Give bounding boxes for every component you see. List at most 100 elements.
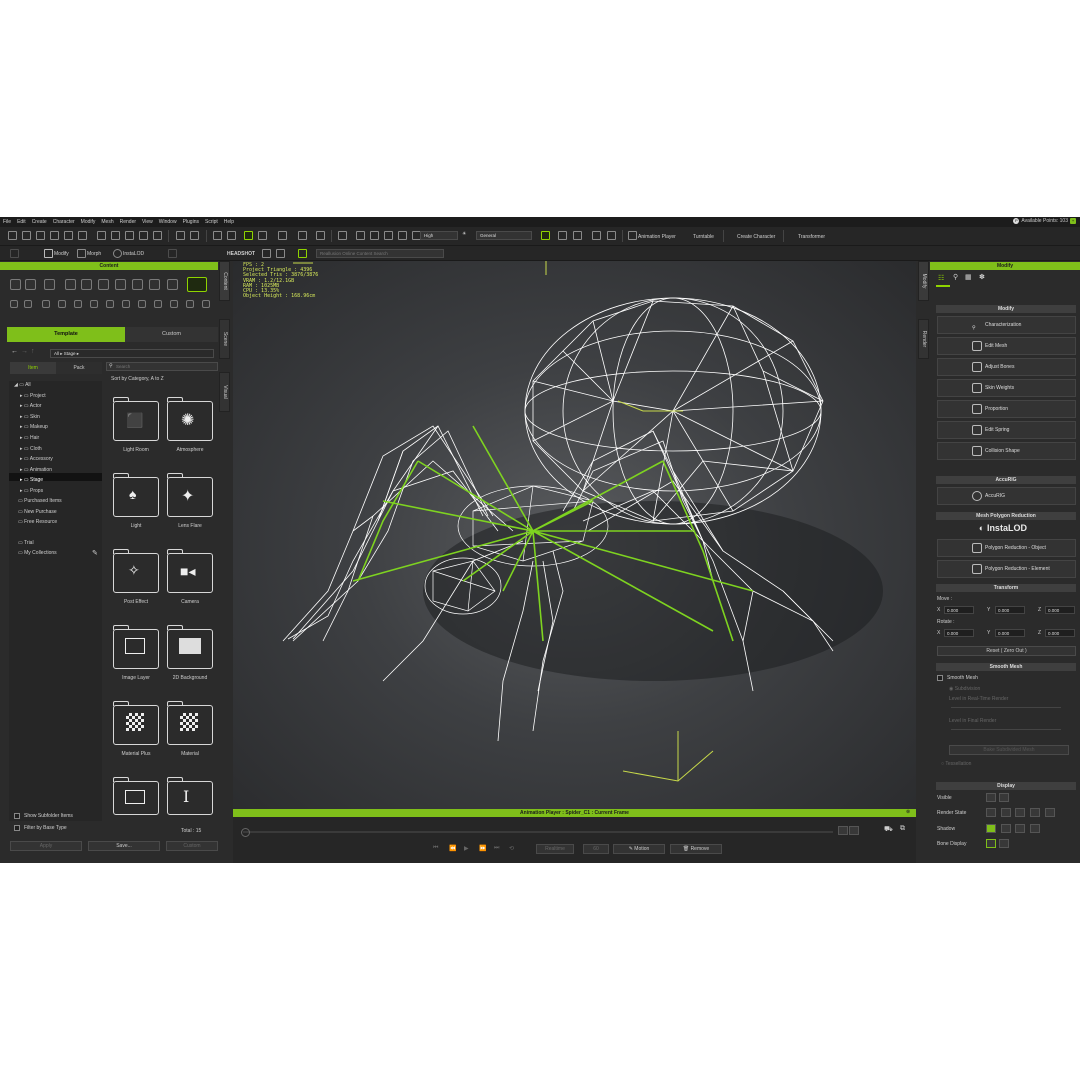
filter-icon-1[interactable] xyxy=(10,300,18,308)
material-tab-icon[interactable]: ▦ xyxy=(965,273,972,281)
render-state-solid-icon[interactable] xyxy=(986,808,996,817)
transformer-icon[interactable] xyxy=(789,231,798,240)
hair-cat-icon[interactable] xyxy=(98,279,109,290)
modify-icon[interactable] xyxy=(44,249,53,258)
tree-item-stage[interactable]: ▸ ▭ Stage xyxy=(20,477,43,483)
filter-base-checkbox[interactable] xyxy=(14,825,20,831)
save-as-icon[interactable] xyxy=(50,231,59,240)
subtab-pack[interactable]: Pack xyxy=(56,362,102,374)
timeline-handle[interactable] xyxy=(241,828,250,837)
section-mesh-reduction[interactable]: Mesh Polygon Reduction xyxy=(936,512,1076,520)
thumb-material-plus[interactable] xyxy=(112,701,159,745)
side-tab-scene[interactable]: Scene xyxy=(219,319,230,359)
section-smooth-mesh[interactable]: Smooth Mesh xyxy=(936,663,1076,671)
frame-icon[interactable] xyxy=(356,231,365,240)
tree-item-props[interactable]: ▸ ▭ Props xyxy=(20,488,43,494)
up-arrow-icon[interactable]: ↑ xyxy=(31,348,35,355)
menu-file[interactable]: File xyxy=(0,219,14,225)
create-character-button[interactable]: Create Character xyxy=(737,234,775,240)
skin-weights-button[interactable]: Skin Weights xyxy=(937,379,1076,397)
motion-button[interactable]: ✎ Motion xyxy=(613,844,665,854)
home-view-icon[interactable] xyxy=(338,231,347,240)
thumb-light[interactable]: ♠ xyxy=(112,473,159,517)
polygon-reduction-object-button[interactable]: Polygon Reduction - Object xyxy=(937,539,1076,557)
online-search-input[interactable]: Reallusion Online Content Search xyxy=(316,249,444,258)
screens-icon[interactable]: ⧉ xyxy=(900,825,905,833)
headshot-button[interactable]: HEADSHOT xyxy=(227,251,255,257)
show-subfolder-checkbox[interactable] xyxy=(14,813,20,819)
quality-dropdown[interactable]: High xyxy=(420,231,458,240)
modify-tab-active[interactable]: ☷ xyxy=(936,273,950,287)
play-icon[interactable]: ▶ xyxy=(464,845,469,852)
redo-icon[interactable] xyxy=(227,231,236,240)
move-z-field[interactable]: 0.000 xyxy=(1045,606,1075,614)
realtime-dropdown[interactable]: Realtime xyxy=(536,844,574,854)
tree-item-free-resource[interactable]: ▭ Free Resource xyxy=(18,519,57,525)
breadcrumb-all[interactable]: All xyxy=(54,351,59,356)
tree-item-makeup[interactable]: ▸ ▭ Makeup xyxy=(20,424,48,430)
menu-view[interactable]: View xyxy=(139,219,156,225)
filter-icon-8[interactable] xyxy=(122,300,130,308)
camera-view-icon[interactable] xyxy=(384,231,393,240)
visible-off-icon[interactable] xyxy=(999,793,1009,802)
bone-display-on-icon[interactable] xyxy=(986,839,996,848)
tree-item-actor[interactable]: ▸ ▭ Actor xyxy=(20,403,41,409)
transform-space-icon[interactable] xyxy=(316,231,325,240)
adjust-bones-button[interactable]: Adjust Bones xyxy=(937,358,1076,376)
tree-item-all[interactable]: ◢ ▭ All xyxy=(14,382,31,388)
tree-item-accessory[interactable]: ▸ ▭ Accessory xyxy=(20,456,53,462)
filter-icon-3[interactable] xyxy=(42,300,50,308)
animation-player-button[interactable]: Animation Player xyxy=(638,234,676,240)
filter-icon-2[interactable] xyxy=(24,300,32,308)
shadow-off-icon[interactable] xyxy=(1030,824,1040,833)
new-project-icon[interactable] xyxy=(8,231,17,240)
car-icon[interactable]: ⛟ xyxy=(884,825,893,834)
shadow-receive-icon[interactable] xyxy=(1015,824,1025,833)
accessory-cat-icon[interactable] xyxy=(132,279,143,290)
mode-dropdown[interactable]: General xyxy=(476,231,532,240)
select-icon[interactable] xyxy=(244,231,253,240)
subdivision-radio[interactable]: ◉ Subdivision xyxy=(949,686,980,692)
thumb-camera[interactable]: ■◂ xyxy=(166,549,213,593)
apply-button[interactable]: Apply xyxy=(10,841,82,851)
next-frame-icon[interactable]: ⏩ xyxy=(479,845,486,852)
export-icon[interactable] xyxy=(78,231,87,240)
motion-tab-icon[interactable]: ⚲ xyxy=(953,273,958,281)
goto-start-icon[interactable]: ⏮ xyxy=(433,845,438,852)
move-icon[interactable] xyxy=(258,231,267,240)
tab-custom[interactable]: Custom xyxy=(125,327,218,342)
rotate-x-field[interactable]: 0.000 xyxy=(944,629,974,637)
import-icon[interactable] xyxy=(64,231,73,240)
goto-end-icon[interactable]: ⏭ xyxy=(494,845,499,852)
menu-script[interactable]: Script xyxy=(202,219,221,225)
skin-cat-icon[interactable] xyxy=(65,279,76,290)
section-transform[interactable]: Transform xyxy=(936,584,1076,592)
xray-icon[interactable] xyxy=(573,231,582,240)
menu-plugins[interactable]: Plugins xyxy=(180,219,202,225)
morph-button[interactable]: Morph xyxy=(87,251,101,257)
project-cat-icon[interactable] xyxy=(10,279,21,290)
menu-character[interactable]: Character xyxy=(50,219,78,225)
tessellation-radio[interactable]: ○ Tessellation xyxy=(941,761,971,767)
thumb-image-layer[interactable] xyxy=(112,625,159,669)
filter-icon-9[interactable] xyxy=(138,300,146,308)
menu-edit[interactable]: Edit xyxy=(14,219,29,225)
thumb-material[interactable] xyxy=(166,701,213,745)
timeline-slider[interactable] xyxy=(243,831,833,833)
fps-dropdown[interactable]: 60 xyxy=(583,844,609,854)
shadow-on-icon[interactable] xyxy=(986,824,996,833)
rotate-y-field[interactable]: 0.000 xyxy=(995,629,1025,637)
thumb-2d-background[interactable] xyxy=(166,625,213,669)
export-obj-icon[interactable] xyxy=(153,231,162,240)
rotate-icon[interactable] xyxy=(278,231,287,240)
filter-icon-5[interactable] xyxy=(74,300,82,308)
wireframe-icon[interactable] xyxy=(541,231,550,240)
thumb-image[interactable] xyxy=(112,777,159,815)
tree-item-my-collections[interactable]: ▭ My Collections xyxy=(18,550,57,556)
tree-item-new-purchase[interactable]: ▭ New Purchase xyxy=(18,509,57,515)
actor-cat-icon[interactable] xyxy=(25,279,36,290)
pose-cat-icon[interactable] xyxy=(167,279,178,290)
tree-item-animation[interactable]: ▸ ▭ Animation xyxy=(20,467,52,473)
prev-frame-icon[interactable]: ⏪ xyxy=(449,845,456,852)
open-icon[interactable] xyxy=(22,231,31,240)
